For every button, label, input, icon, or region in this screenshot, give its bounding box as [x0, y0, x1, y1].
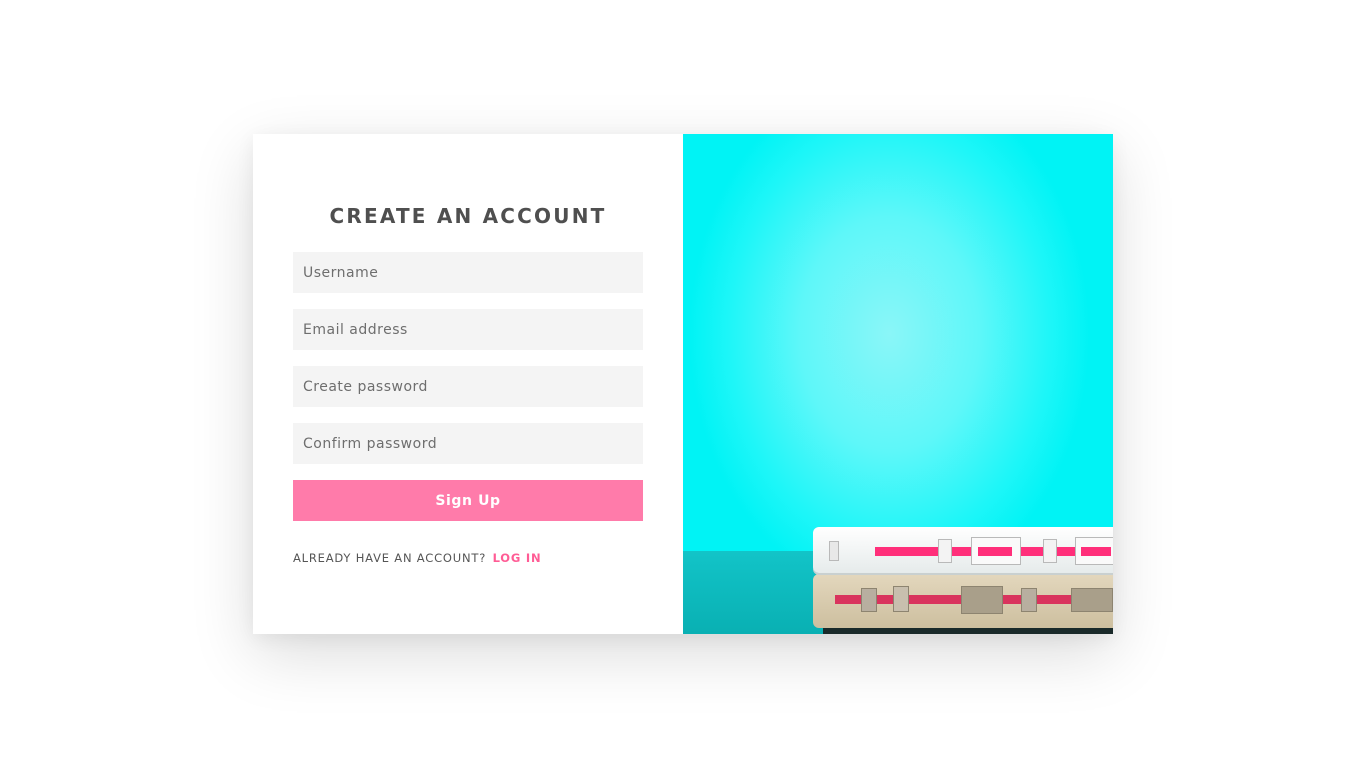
signup-card: CREATE AN ACCOUNT Sign Up ALREADY HAVE A… [253, 134, 1113, 634]
email-field[interactable] [293, 309, 643, 350]
bottom-window-far [1071, 588, 1113, 612]
bottom-window-left [861, 588, 877, 612]
username-field[interactable] [293, 252, 643, 293]
confirm-password-field[interactable] [293, 423, 643, 464]
cassette-photo [683, 134, 1113, 634]
login-prompt-text: ALREADY HAVE AN ACCOUNT? [293, 551, 487, 565]
sign-up-button[interactable]: Sign Up [293, 480, 643, 521]
bottom-window-center [961, 586, 1003, 614]
top-cassette [813, 527, 1113, 573]
bottom-window-mid [893, 586, 909, 612]
signup-form: CREATE AN ACCOUNT Sign Up ALREADY HAVE A… [253, 134, 683, 634]
top-tape-center [978, 547, 1012, 556]
bottom-window-right [1021, 588, 1037, 612]
login-prompt: ALREADY HAVE AN ACCOUNT? LOG IN [293, 551, 541, 565]
top-hole-left [829, 541, 839, 561]
top-hole-mid [938, 539, 952, 563]
bottom-cassette [813, 574, 1113, 628]
log-in-link[interactable]: LOG IN [493, 551, 542, 565]
create-password-field[interactable] [293, 366, 643, 407]
top-tape-left [875, 547, 925, 556]
top-tape-far [1081, 547, 1111, 556]
form-title: CREATE AN ACCOUNT [329, 204, 607, 228]
top-hole-right [1043, 539, 1057, 563]
